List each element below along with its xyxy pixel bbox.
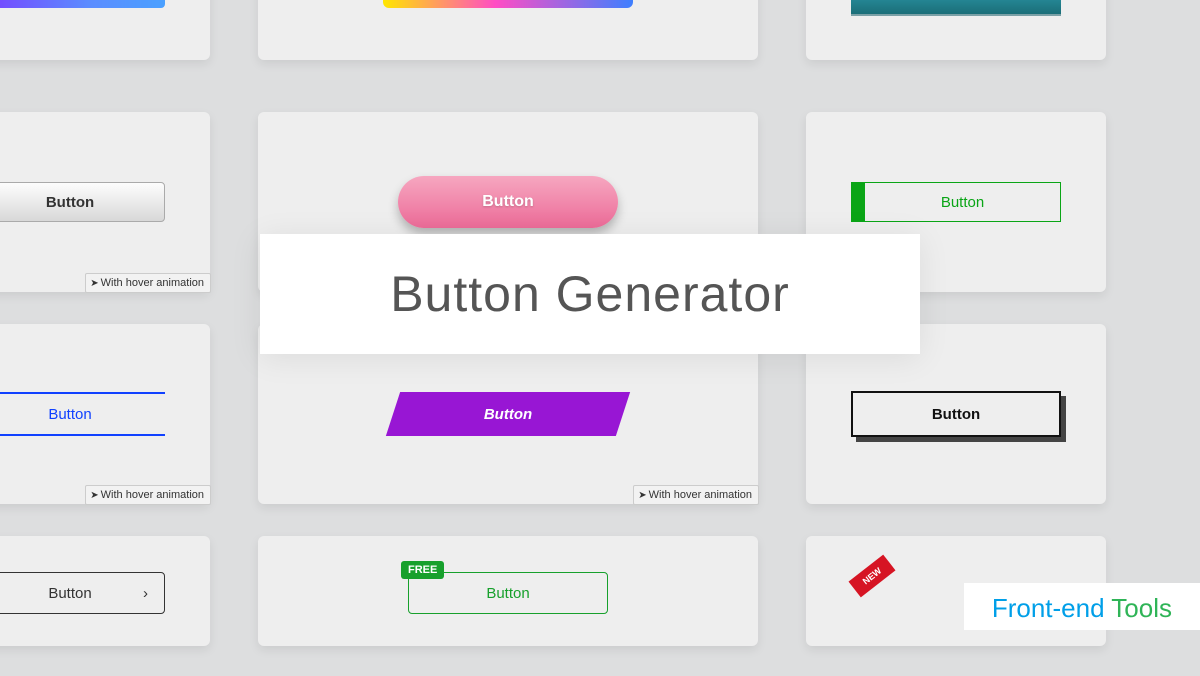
hover-label: With hover animation	[649, 489, 752, 501]
badge-free: FREE	[401, 561, 444, 579]
card-gradient-teal: Button	[806, 0, 1106, 60]
cursor-icon: ➤	[638, 490, 646, 501]
chevron-right-icon: ›	[143, 585, 148, 602]
button-arrow-outline[interactable]: Button ›	[0, 572, 165, 614]
brand-part-1: Front-end	[992, 593, 1105, 623]
card-gray-bevel: Button ➤ With hover animation	[0, 112, 210, 292]
button-gray-bevel[interactable]: Button	[0, 182, 165, 222]
button-label: Button	[484, 406, 532, 423]
hover-label: With hover animation	[101, 489, 204, 501]
button-label: Button	[48, 585, 91, 602]
card-gradient-purple: Button	[0, 0, 210, 60]
hover-annotation: ➤ With hover animation	[633, 485, 759, 505]
page-title: Button Generator	[390, 265, 790, 323]
hover-annotation: ➤ With hover animation	[85, 273, 211, 293]
button-blue-underline[interactable]: Button	[0, 392, 165, 436]
brand-footer: Front-end Tools	[964, 583, 1200, 630]
button-gradient-teal[interactable]: Button	[851, 0, 1061, 16]
button-pink-pill[interactable]: Button	[398, 176, 618, 228]
hover-label: With hover animation	[101, 277, 204, 289]
button-purple-skew[interactable]: Button	[386, 392, 630, 436]
cursor-icon: ➤	[90, 278, 98, 289]
title-overlay: Button Generator	[260, 234, 920, 354]
hover-annotation: ➤ With hover animation	[85, 485, 211, 505]
card-gradient-rainbow: Button	[258, 0, 758, 60]
button-free-badge[interactable]: FREE Button	[408, 572, 608, 614]
card-blue-line: Button ➤ With hover animation	[0, 324, 210, 504]
button-gradient-rainbow[interactable]: Button	[383, 0, 633, 8]
cursor-icon: ➤	[90, 490, 98, 501]
brand-part-2: Tools	[1105, 593, 1172, 623]
ribbon-new: NEW	[849, 555, 896, 598]
button-label: Button	[486, 585, 529, 602]
button-gradient-purple[interactable]: Button	[0, 0, 165, 8]
button-green-tab[interactable]: Button	[851, 182, 1061, 222]
button-black-shadow[interactable]: Button	[851, 391, 1061, 437]
